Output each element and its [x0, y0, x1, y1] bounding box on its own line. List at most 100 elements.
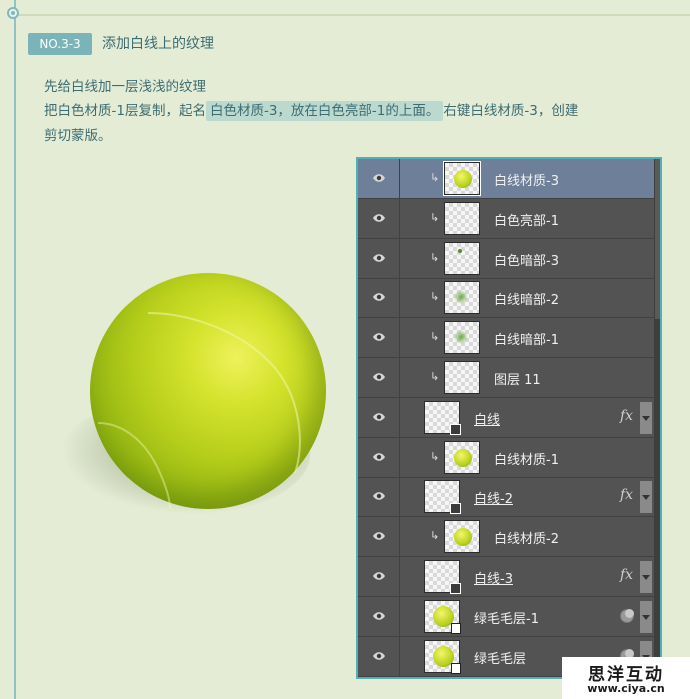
- visibility-toggle[interactable]: [358, 557, 400, 596]
- layer-name[interactable]: 白线材质-2: [494, 528, 559, 547]
- layer-name[interactable]: 白线-3: [474, 568, 513, 587]
- instruction-line-3: 剪切蒙版。: [44, 128, 112, 144]
- visibility-toggle[interactable]: [358, 477, 400, 517]
- layer-name[interactable]: 白线暗部-1: [494, 329, 559, 348]
- ball-seam-lines: [97, 312, 301, 509]
- eye-icon: [373, 373, 385, 381]
- instruction-line-2: 把白色材质-1层复制，起名 白色材质-3，放在白色亮部-1的上面。 右键白线材质-3…: [44, 101, 578, 121]
- filter-mask-icon[interactable]: [620, 608, 634, 623]
- instruction-highlight: 白色材质-3，放在白色亮部-1的上面。: [205, 101, 444, 121]
- layer-name[interactable]: 白线-2: [474, 488, 513, 507]
- layer-row[interactable]: 绿毛毛层-1: [358, 596, 654, 637]
- layer-thumbnail[interactable]: [444, 321, 480, 355]
- layer-thumbnail[interactable]: [424, 599, 461, 634]
- ball-thumbnail-icon: [454, 170, 472, 188]
- layer-name[interactable]: 绿毛毛层: [474, 648, 526, 667]
- fx-icon[interactable]: fx: [620, 567, 633, 583]
- layer-name[interactable]: 图层 11: [494, 369, 541, 388]
- visibility-toggle[interactable]: [358, 198, 400, 238]
- layer-name[interactable]: 白线暗部-2: [494, 289, 559, 308]
- eye-icon: [373, 333, 385, 341]
- layer-thumbnail[interactable]: [424, 560, 461, 594]
- visibility-toggle[interactable]: [358, 596, 400, 636]
- blur-thumbnail-icon: [454, 330, 468, 345]
- visibility-toggle[interactable]: [358, 437, 400, 477]
- layer-row[interactable]: ↳ 白色暗部-3: [358, 238, 654, 279]
- visibility-toggle[interactable]: [358, 517, 400, 557]
- layers-scrollbar[interactable]: [654, 159, 660, 677]
- expand-arrow-icon[interactable]: [640, 600, 652, 633]
- visibility-toggle[interactable]: [358, 397, 400, 437]
- layer-thumbnail[interactable]: [444, 241, 480, 275]
- visibility-toggle[interactable]: [358, 238, 400, 278]
- layer-thumbnail[interactable]: [424, 639, 461, 674]
- visibility-toggle[interactable]: [358, 159, 400, 198]
- ball-thumbnail-icon: [454, 528, 472, 547]
- visibility-toggle[interactable]: [358, 318, 400, 358]
- fx-icon[interactable]: fx: [620, 408, 633, 424]
- layer-thumbnail[interactable]: [444, 440, 480, 474]
- visibility-toggle[interactable]: [358, 358, 400, 397]
- scrollbar-thumb[interactable]: [655, 159, 660, 319]
- eye-icon: [373, 452, 385, 461]
- layer-thumbnail[interactable]: [444, 520, 480, 554]
- layer-name[interactable]: 白线: [474, 409, 500, 428]
- ball-thumbnail-icon: [454, 448, 472, 467]
- top-divider: [14, 14, 690, 16]
- expand-arrow-icon[interactable]: [640, 481, 652, 514]
- eye-icon: [373, 174, 385, 182]
- step-badge: NO.3-3: [28, 33, 92, 55]
- eye-icon: [373, 612, 385, 620]
- fx-icon[interactable]: fx: [620, 487, 633, 503]
- vector-mask-icon: [450, 583, 461, 594]
- layer-name[interactable]: 绿毛毛层-1: [474, 608, 539, 627]
- dot-thumbnail-icon: [458, 248, 462, 253]
- eye-icon: [373, 253, 385, 262]
- layer-row[interactable]: ↳ 白线材质-2: [358, 517, 654, 558]
- layer-row[interactable]: 白线-3 fx: [358, 557, 654, 597]
- layer-row[interactable]: ↳ 图层 11: [358, 358, 654, 398]
- clipping-arrow-icon: ↳: [430, 529, 440, 543]
- expand-arrow-icon[interactable]: [640, 401, 652, 434]
- layer-thumbnail[interactable]: [424, 400, 461, 435]
- eye-icon: [373, 651, 385, 660]
- clipping-arrow-icon: ↳: [430, 171, 440, 184]
- layer-row[interactable]: 白线 fx: [358, 397, 654, 438]
- visibility-toggle[interactable]: [358, 278, 400, 318]
- layer-name[interactable]: 白色暗部-3: [494, 250, 559, 269]
- clipping-arrow-icon: ↳: [430, 290, 440, 304]
- timeline-rail: [14, 0, 16, 699]
- watermark-url: www.ciya.cn: [587, 682, 665, 695]
- layer-thumbnail[interactable]: [443, 161, 481, 196]
- expand-arrow-icon[interactable]: [640, 561, 652, 593]
- layer-row[interactable]: ↳ 白色亮部-1: [358, 198, 654, 239]
- layer-row[interactable]: 白线-2 fx: [358, 477, 654, 518]
- timeline-node: [7, 7, 19, 19]
- clipping-arrow-icon: ↳: [430, 449, 440, 463]
- eye-icon: [373, 492, 385, 501]
- eye-icon: [373, 293, 385, 302]
- clipping-arrow-icon: ↳: [430, 330, 440, 344]
- layer-row[interactable]: ↳ 白线材质-3: [358, 159, 654, 199]
- vector-mask-icon: [450, 423, 461, 435]
- layer-thumbnail[interactable]: [424, 480, 461, 515]
- layer-thumbnail[interactable]: [444, 201, 480, 235]
- eye-icon: [373, 532, 385, 540]
- layer-name[interactable]: 白线材质-1: [494, 449, 559, 468]
- clipping-arrow-icon: ↳: [430, 370, 440, 383]
- layer-row[interactable]: ↳ 白线暗部-1: [358, 318, 654, 359]
- layer-name[interactable]: 白色亮部-1: [494, 210, 559, 229]
- layer-thumbnail[interactable]: [444, 281, 480, 315]
- blur-thumbnail-icon: [454, 290, 468, 305]
- eye-icon: [373, 413, 385, 421]
- smart-object-icon: [451, 622, 461, 634]
- layer-row[interactable]: ↳ 白线材质-1: [358, 437, 654, 478]
- tennis-ball-illustration: [90, 273, 326, 509]
- instruction-text: 把白色材质-1层复制，起名: [44, 103, 206, 119]
- smart-object-icon: [451, 662, 461, 674]
- layer-name[interactable]: 白线材质-3: [494, 170, 559, 189]
- vector-mask-icon: [450, 503, 461, 515]
- layer-thumbnail[interactable]: [444, 361, 480, 394]
- layer-row[interactable]: ↳ 白线暗部-2: [358, 278, 654, 319]
- visibility-toggle[interactable]: [358, 636, 400, 676]
